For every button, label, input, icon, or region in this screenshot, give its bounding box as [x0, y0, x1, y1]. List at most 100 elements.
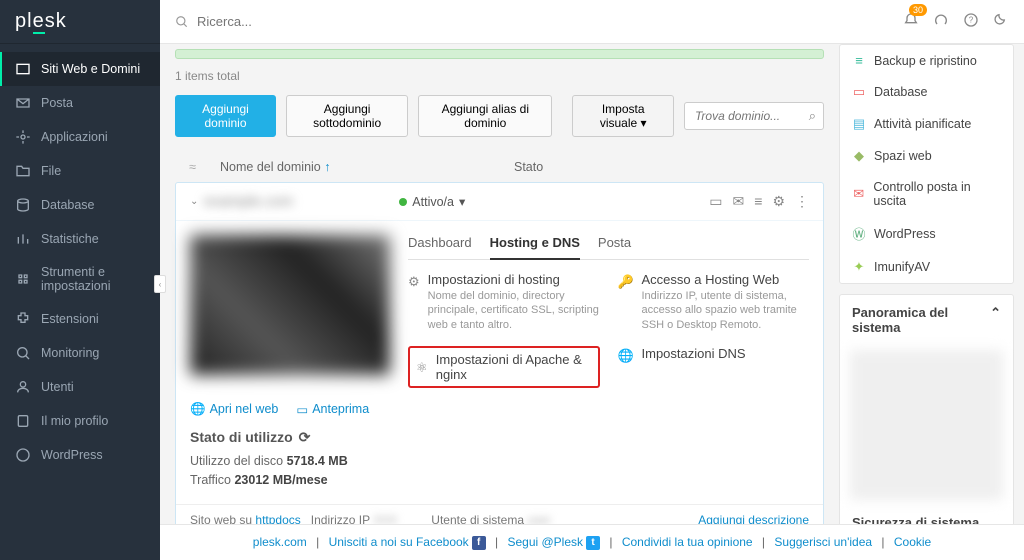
- footer-cookie-link[interactable]: Cookie: [894, 535, 931, 549]
- collapse-sidebar-button[interactable]: ‹: [154, 275, 166, 293]
- sidebar-item-mail[interactable]: Posta: [0, 86, 160, 120]
- setting-apache-nginx[interactable]: ⚛ Impostazioni di Apache & nginx: [408, 346, 600, 388]
- dark-mode-icon[interactable]: [993, 12, 1009, 31]
- sidebar-item-users[interactable]: Utenti: [0, 370, 160, 404]
- tool-icon: ✉: [852, 186, 865, 202]
- tool-item[interactable]: ≡Backup e ripristino: [840, 45, 1013, 76]
- tool-icon: ✦: [852, 259, 866, 275]
- tool-item[interactable]: ✦ImunifyAV: [840, 251, 1013, 283]
- sidebar-item-label: Strumenti e impostazioni: [41, 265, 145, 293]
- key-icon: 🔑: [618, 274, 634, 332]
- sidebar-item-label: File: [41, 164, 61, 178]
- sidebar-item-label: Utenti: [41, 380, 74, 394]
- tool-label: Attività pianificate: [874, 117, 971, 131]
- sidebar-item-label: Applicazioni: [41, 130, 108, 144]
- search-icon: ⌕: [809, 108, 816, 124]
- more-icon[interactable]: ⋮: [795, 193, 809, 210]
- preview-icon: ▭: [296, 402, 308, 417]
- server-icon: ⚛: [416, 360, 430, 376]
- database-icon[interactable]: ≡: [754, 193, 762, 210]
- sidebar-item-extensions[interactable]: Estensioni: [0, 302, 160, 336]
- sysuser-label: Utente di sistema user: [431, 513, 575, 524]
- domain-name[interactable]: example.com: [204, 193, 399, 210]
- setting-web-access[interactable]: 🔑 Accesso a Hosting WebIndirizzo IP, ute…: [618, 272, 810, 332]
- tool-item[interactable]: ▭Database: [840, 76, 1013, 108]
- tool-item[interactable]: Ⓦ WordPress: [840, 216, 1013, 251]
- updates-icon[interactable]: [933, 12, 949, 31]
- domain-status[interactable]: Attivo/a ▾: [399, 194, 709, 209]
- tab-dashboard[interactable]: Dashboard: [408, 235, 472, 259]
- search-icon: [175, 15, 189, 29]
- settings-icon[interactable]: ⚙: [772, 193, 785, 210]
- sort-handle-icon: ≈: [185, 160, 200, 174]
- table-header: ≈ Nome del dominio ↑ Stato: [175, 152, 824, 182]
- ip-label: Indirizzo IP XXX: [311, 513, 421, 524]
- collapse-icon[interactable]: ⌃: [990, 305, 1001, 335]
- help-icon[interactable]: ?: [963, 12, 979, 31]
- sidebar-item-label: Statistiche: [41, 232, 99, 246]
- mail-icon[interactable]: ✉: [733, 193, 745, 210]
- footer-plesk-link[interactable]: plesk.com: [253, 535, 307, 549]
- sidebar-item-monitoring[interactable]: Monitoring: [0, 336, 160, 370]
- sidebar-item-apps[interactable]: Applicazioni: [0, 120, 160, 154]
- system-panel: Panoramica del sistema⌃ Sicurezza di sis…: [839, 294, 1014, 524]
- sidebar-item-websites[interactable]: Siti Web e Domini: [0, 52, 160, 86]
- tool-item[interactable]: ◆Spazi web: [840, 140, 1013, 172]
- setting-hosting[interactable]: ⚙ Impostazioni di hostingNome del domini…: [408, 272, 600, 332]
- tool-item[interactable]: ✉ Controllo posta in uscita: [840, 172, 1013, 216]
- tool-label: Database: [874, 85, 928, 99]
- files-icon[interactable]: ▭: [709, 193, 722, 210]
- global-search[interactable]: [175, 14, 893, 29]
- tool-icon: Ⓦ: [852, 224, 866, 243]
- expand-toggle[interactable]: ⌄: [190, 196, 204, 207]
- site-screenshot: [190, 235, 390, 375]
- httpdocs-link[interactable]: httpdocs: [255, 513, 300, 524]
- open-in-web-link[interactable]: 🌐Apri nel web: [190, 402, 278, 417]
- sidebar-item-profile[interactable]: Il mio profilo: [0, 404, 160, 438]
- topbar: 30 ?: [160, 0, 1024, 44]
- sidebar-item-label: Il mio profilo: [41, 414, 108, 428]
- footer-twitter-link[interactable]: Segui @Pleskt: [507, 535, 600, 549]
- tab-hosting-dns[interactable]: Hosting e DNS: [490, 235, 580, 260]
- tool-icon: ≡: [852, 53, 866, 68]
- status-dot-icon: [399, 198, 407, 206]
- footer-idea-link[interactable]: Suggerisci un'idea: [774, 535, 872, 549]
- add-domain-button[interactable]: Aggiungi dominio: [175, 95, 276, 137]
- chevron-down-icon: ▾: [641, 116, 647, 130]
- webroot-label: Sito web su httpdocs: [190, 513, 301, 524]
- tool-icon: ◆: [852, 148, 866, 164]
- refresh-icon[interactable]: ⟳: [299, 429, 311, 446]
- add-subdomain-button[interactable]: Aggiungi sottodominio: [286, 95, 408, 137]
- globe-icon: 🌐: [190, 402, 206, 417]
- sidebar-item-stats[interactable]: Statistiche: [0, 222, 160, 256]
- sidebar-item-databases[interactable]: Database: [0, 188, 160, 222]
- col-domain-name[interactable]: Nome del dominio ↑: [220, 160, 494, 174]
- sort-arrow-icon: ↑: [324, 160, 330, 174]
- traffic-usage: Traffico 23012 MB/mese: [190, 473, 809, 487]
- sidebar-item-label: WordPress: [41, 448, 103, 462]
- preview-link[interactable]: ▭Anteprima: [296, 402, 369, 417]
- add-alias-button[interactable]: Aggiungi alias di dominio: [418, 95, 552, 137]
- sidebar-item-label: Estensioni: [41, 312, 99, 326]
- find-domain-input[interactable]: [684, 102, 824, 130]
- notifications-icon[interactable]: 30: [903, 12, 919, 31]
- system-chart: [850, 350, 1003, 500]
- layout-button[interactable]: Imposta visuale ▾: [572, 95, 674, 137]
- tool-item[interactable]: ▤ Attività pianificate: [840, 108, 1013, 140]
- sidebar-item-tools[interactable]: Strumenti e impostazioni: [0, 256, 160, 302]
- col-status[interactable]: Stato: [514, 160, 814, 174]
- footer-opinion-link[interactable]: Condividi la tua opinione: [622, 535, 753, 549]
- tool-label: Controllo posta in uscita: [873, 180, 1001, 208]
- footer-facebook-link[interactable]: Unisciti a noi su Facebookf: [329, 535, 486, 549]
- tool-icon: ▤: [852, 116, 866, 132]
- tab-mail[interactable]: Posta: [598, 235, 631, 259]
- chevron-down-icon: ▾: [459, 194, 465, 209]
- sidebar-item-files[interactable]: File: [0, 154, 160, 188]
- sidebar-item-wordpress[interactable]: WordPress: [0, 438, 160, 472]
- tool-label: WordPress: [874, 227, 936, 241]
- search-input[interactable]: [197, 14, 373, 29]
- tools-panel: ≡Backup e ripristino▭Database ▤ Attività p…: [839, 44, 1014, 284]
- globe-icon: 🌐: [618, 348, 634, 388]
- add-description-link[interactable]: Aggiungi descrizione: [698, 513, 809, 524]
- setting-dns[interactable]: 🌐 Impostazioni DNS: [618, 346, 810, 388]
